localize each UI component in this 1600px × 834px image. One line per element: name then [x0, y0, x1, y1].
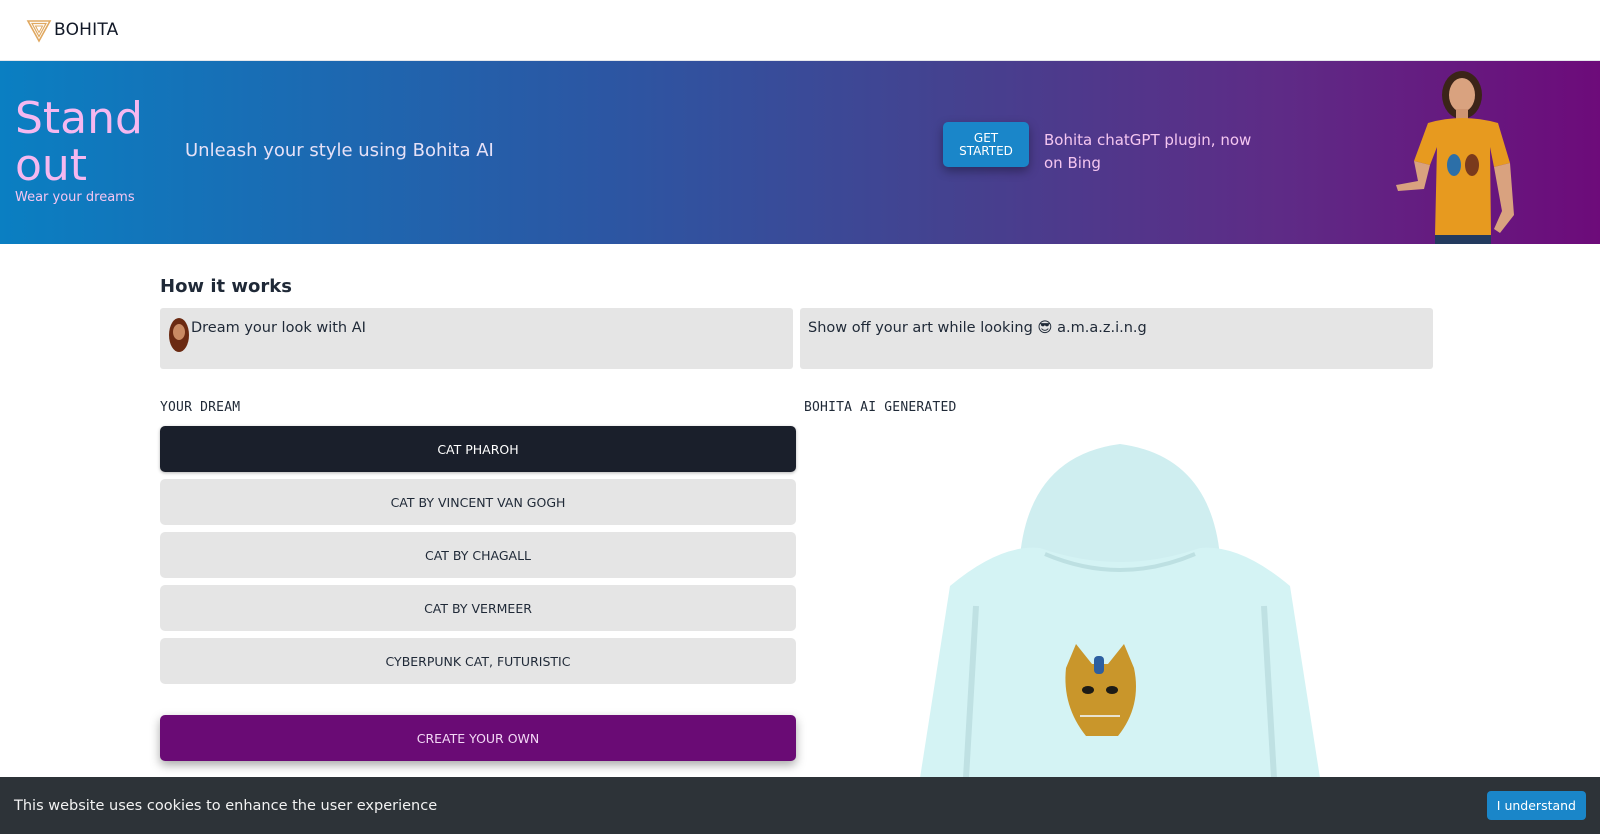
model-wearing-tshirt-image	[1396, 71, 1514, 244]
how-it-works-heading: How it works	[160, 276, 292, 297]
cookie-message: This website uses cookies to enhance the…	[14, 797, 438, 814]
cookie-accept-button[interactable]: I understand	[1486, 791, 1586, 820]
create-your-own-button[interactable]: CREATE YOUR OWN	[160, 715, 796, 761]
top-navbar: BOHITA	[0, 0, 1600, 61]
generated-hoodie-image	[880, 436, 1360, 778]
hero-tagline: Unleash your style using Bohita AI	[185, 140, 494, 161]
dream-option-button[interactable]: CAT BY VERMEER	[160, 585, 796, 631]
cookie-consent-bar: This website uses cookies to enhance the…	[0, 777, 1600, 834]
bohita-v-logo-icon	[26, 20, 52, 43]
dream-option-button[interactable]: CYBERPUNK CAT, FUTURISTIC	[160, 638, 796, 684]
dream-option-button[interactable]: CAT BY VINCENT VAN GOGH	[160, 479, 796, 525]
logo-text: BOHITA	[54, 20, 119, 40]
hero-subtitle: Wear your dreams	[15, 190, 135, 205]
dream-option-button[interactable]: CAT PHAROH	[160, 426, 796, 472]
step-show-off-card: Show off your art while looking 😎 a.m.a.…	[800, 308, 1433, 369]
your-dream-label: YOUR DREAM	[160, 400, 241, 415]
dream-avatar-image	[169, 318, 189, 352]
ai-generated-label: BOHITA AI GENERATED	[804, 400, 957, 415]
dream-option-button[interactable]: CAT BY CHAGALL	[160, 532, 796, 578]
step-dream-card: Dream your look with AI	[160, 308, 793, 369]
chatgpt-plugin-link[interactable]: Bohita chatGPT plugin, now on Bing	[1044, 129, 1264, 175]
step-show-off-text: Show off your art while looking 😎 a.m.a.…	[808, 320, 1147, 336]
hero-banner: Stand out Wear your dreams Unleash your s…	[0, 61, 1600, 244]
step-dream-text: Dream your look with AI	[191, 320, 366, 336]
get-started-button[interactable]: GET STARTED	[943, 122, 1029, 167]
dream-options-list: CAT PHAROH CAT BY VINCENT VAN GOGH CAT BY …	[160, 426, 796, 691]
hero-title: Stand out	[15, 93, 143, 191]
home-logo-link[interactable]: BOHITA	[26, 17, 118, 43]
